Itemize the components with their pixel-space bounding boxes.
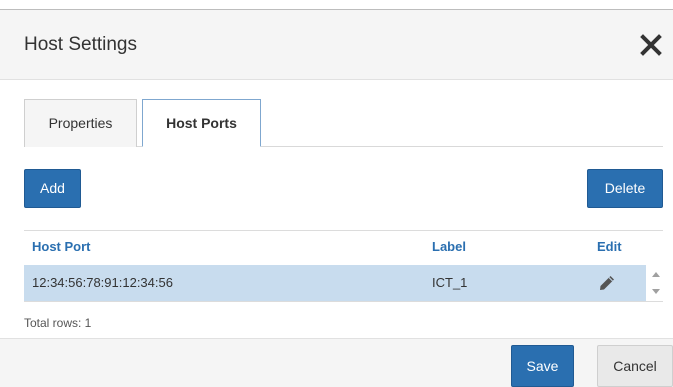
total-rows-text: Total rows: 1 — [24, 316, 92, 330]
tab-host-ports[interactable]: Host Ports — [142, 99, 261, 147]
tab-properties[interactable]: Properties — [24, 99, 137, 147]
add-button[interactable]: Add — [24, 169, 81, 208]
label-cell: ICT_1 — [432, 275, 468, 290]
close-icon[interactable] — [638, 32, 664, 58]
table-row[interactable]: 12:34:56:78:91:12:34:56 ICT_1 — [24, 265, 646, 301]
pencil-icon[interactable] — [598, 274, 616, 292]
column-header-label[interactable]: Label — [432, 239, 466, 254]
dialog-title: Host Settings — [24, 34, 137, 55]
host-port-cell: 12:34:56:78:91:12:34:56 — [32, 275, 173, 290]
column-header-edit: Edit — [597, 239, 622, 254]
scroll-up-icon[interactable] — [649, 268, 663, 282]
cancel-button[interactable]: Cancel — [597, 345, 673, 387]
tab-bar: Properties Host Ports — [24, 99, 663, 147]
delete-button[interactable]: Delete — [587, 169, 663, 208]
save-button[interactable]: Save — [511, 345, 574, 387]
dialog-header: Host Settings — [0, 10, 673, 80]
scroll-down-icon[interactable] — [649, 284, 663, 298]
top-border — [0, 0, 673, 10]
table-divider — [24, 230, 663, 231]
row-divider — [24, 301, 663, 302]
column-header-host-port[interactable]: Host Port — [32, 239, 91, 254]
